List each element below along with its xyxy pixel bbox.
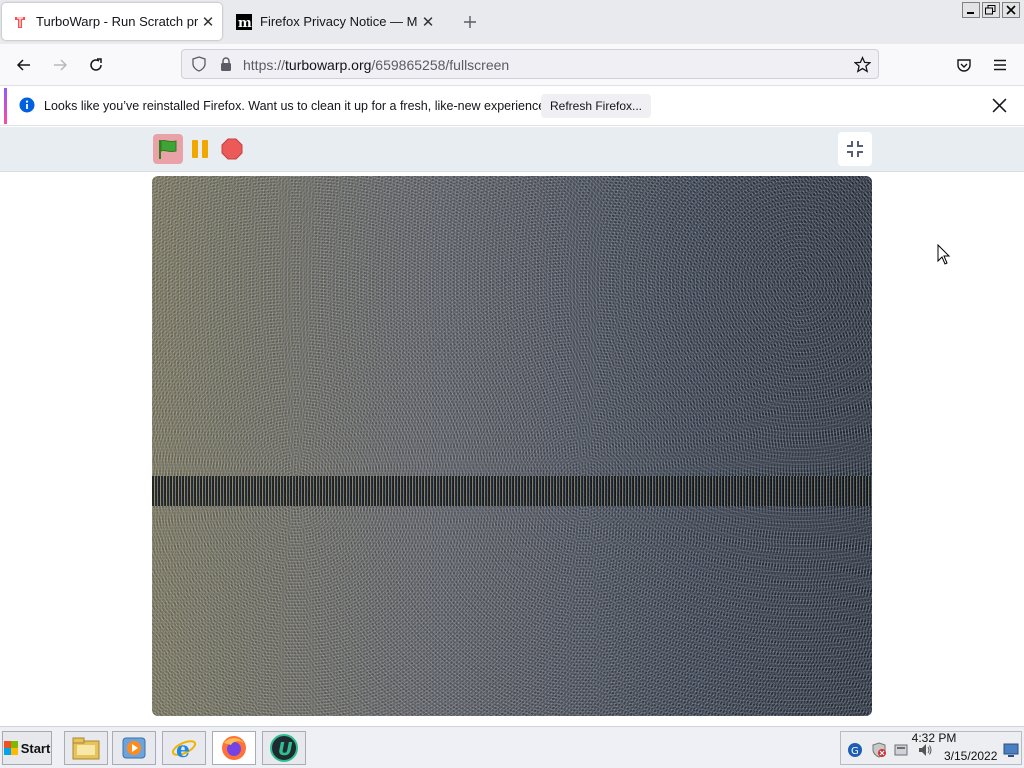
minimize-icon [967,12,974,14]
stage-pattern-band [152,476,872,506]
shield-icon[interactable] [191,56,207,72]
close-icon [1006,5,1016,15]
windows-logo-icon [3,741,18,755]
quick-launch-u-app[interactable]: U [262,731,306,765]
svg-text:e: e [176,737,190,762]
security-alert-icon[interactable] [871,742,887,758]
close-tab-icon[interactable]: ✕ [418,12,438,32]
mouse-cursor-icon [937,244,951,265]
clock-time[interactable]: 4:32 PM [909,731,959,745]
back-button[interactable] [10,52,38,78]
file-explorer-icon [72,737,100,760]
clock-date[interactable]: 3/15/2022 [944,749,997,763]
reload-button[interactable] [82,52,110,78]
url-prefix: https:// [243,57,286,73]
hamburger-menu-icon [994,59,1006,71]
ublock-u-icon: U [270,734,298,762]
tab-privacy-notice[interactable]: m Firefox Privacy Notice — Mozilla ✕ [232,3,442,40]
project-stage[interactable] [152,176,872,716]
notification-message: Looks like you’ve reinstalled Firefox. W… [44,99,553,113]
lock-icon[interactable] [218,56,234,72]
internet-explorer-icon: e [171,737,197,762]
svg-text:U: U [278,739,293,760]
exit-fullscreen-button[interactable] [838,132,872,166]
project-controls-bar [0,127,1024,172]
quick-launch-media[interactable] [112,731,156,765]
pause-icon [192,140,208,158]
network-globe-icon[interactable]: G [847,742,863,758]
turbowarp-icon [15,16,25,28]
restore-button[interactable] [982,2,1000,18]
stop-button[interactable] [217,134,247,164]
svg-text:G: G [851,746,859,757]
start-label: Start [20,740,51,756]
tab-turbowarp[interactable]: TurboWarp - Run Scratch projects ✕ [2,3,222,40]
green-flag-icon [159,139,177,159]
restore-icon [985,5,996,15]
url-bar[interactable]: https://turbowarp.org/659865258/fullscre… [181,49,879,79]
stage-area [0,172,1024,726]
tab-strip: TurboWarp - Run Scratch projects ✕ m Fir… [0,0,1024,44]
pocket-button[interactable] [950,52,978,78]
url-path: /659865258/fullscreen [371,57,510,73]
info-icon [19,97,35,113]
green-flag-button[interactable] [153,134,183,164]
tab-title: TurboWarp - Run Scratch projects [36,14,198,29]
quick-launch-explorer[interactable] [64,731,108,765]
stop-icon [221,138,243,160]
close-tab-icon[interactable]: ✕ [198,12,218,32]
start-button[interactable]: Start [2,731,52,765]
quick-launch-ie[interactable]: e [162,731,206,765]
exit-fullscreen-icon [847,141,863,157]
show-desktop-icon[interactable] [1003,742,1019,758]
pause-button[interactable] [185,134,215,164]
navigation-bar: https://turbowarp.org/659865258/fullscre… [0,44,1024,86]
url-text[interactable]: https://turbowarp.org/659865258/fullscre… [243,57,509,73]
media-player-icon [122,737,146,759]
reload-icon [90,58,102,71]
url-host: turbowarp.org [285,57,372,73]
close-window-button[interactable] [1002,2,1020,18]
tab-title: Firefox Privacy Notice — Mozilla [260,14,418,29]
quick-launch-firefox[interactable] [212,731,256,765]
close-icon[interactable] [992,98,1007,113]
mozilla-m-icon: m [236,13,252,30]
forward-arrow-icon [54,59,68,71]
back-arrow-icon [16,59,30,71]
notification-accent-stripe [4,88,7,124]
taskbar: Start e U G [0,726,1024,768]
pocket-icon [957,59,971,72]
reinstall-notification-bar: Looks like you’ve reinstalled Firefox. W… [0,86,1024,126]
firefox-icon [222,736,246,760]
plus-icon [464,16,476,28]
bookmark-star-icon[interactable] [854,56,871,73]
device-icon[interactable] [893,742,909,758]
forward-button[interactable] [46,52,74,78]
refresh-firefox-button[interactable]: Refresh Firefox... [541,94,651,118]
menu-button[interactable] [986,52,1014,78]
minimize-button[interactable] [962,2,980,18]
new-tab-button[interactable] [458,10,482,34]
svg-text:m: m [238,16,252,30]
